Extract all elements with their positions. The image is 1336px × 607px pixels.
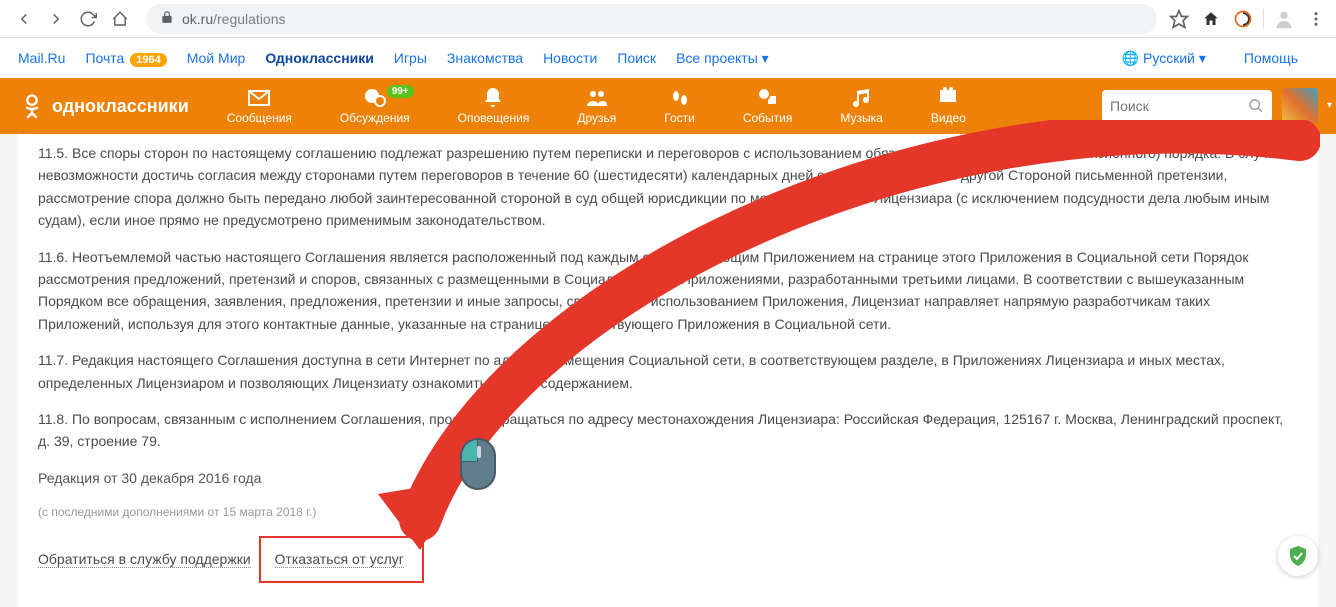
search-icon <box>1248 97 1264 115</box>
avatar <box>1282 88 1318 124</box>
search-box[interactable] <box>1102 90 1272 122</box>
reload-button[interactable] <box>72 3 104 35</box>
search-input[interactable] <box>1110 98 1248 114</box>
music-icon <box>850 87 874 109</box>
support-link[interactable]: Обратиться в службу поддержки <box>38 551 251 568</box>
bottom-links: Обратиться в службу поддержки Отказаться… <box>38 536 1298 582</box>
lock-icon <box>160 10 174 27</box>
url-host: ok.ru <box>182 11 213 27</box>
link-poisk[interactable]: Поиск <box>617 50 656 66</box>
forward-button[interactable] <box>40 3 72 35</box>
nav-notifications[interactable]: Оповещения <box>440 87 548 125</box>
nav-video[interactable]: Видео <box>913 87 984 125</box>
main-nav: одноклассники Сообщения 99+ Обсуждения О… <box>0 78 1336 134</box>
decline-highlight: Отказаться от услуг <box>259 536 424 582</box>
url-path: /regulations <box>213 11 285 27</box>
chevron-down-icon: ▾ <box>1327 100 1332 111</box>
mail-badge: 1964 <box>130 53 166 67</box>
shield-badge[interactable] <box>1278 536 1318 576</box>
user-menu[interactable]: ▾ <box>1282 88 1318 124</box>
back-button[interactable] <box>8 3 40 35</box>
friends-icon <box>585 87 609 109</box>
nav-discussions[interactable]: 99+ Обсуждения <box>322 87 428 125</box>
thumbsup-icon <box>756 87 780 109</box>
lang-switch[interactable]: 🌐 Русский ▾ <box>1122 50 1206 67</box>
link-pochta[interactable]: Почта 1964 <box>85 50 166 67</box>
nav-friends[interactable]: Друзья <box>559 87 634 125</box>
amendments-note: (с последними дополнениями от 15 марта 2… <box>38 503 1298 522</box>
nav-events[interactable]: События <box>725 87 811 125</box>
link-moymir[interactable]: Мой Мир <box>187 50 246 66</box>
para-11-5: 11.5. Все споры сторон по настоящему сог… <box>38 142 1298 232</box>
mouse-cursor-icon <box>460 438 496 490</box>
link-znakomstva[interactable]: Знакомства <box>447 50 523 66</box>
extension-swirl-icon[interactable] <box>1231 7 1255 31</box>
link-novosti[interactable]: Новости <box>543 50 597 66</box>
portal-links: Mail.Ru Почта 1964 Мой Мир Одноклассники… <box>0 38 1336 78</box>
para-11-7: 11.7. Редакция настоящего Соглашения дос… <box>38 349 1298 394</box>
shield-icon <box>1286 544 1310 568</box>
star-icon[interactable] <box>1167 7 1191 31</box>
nav-messages[interactable]: Сообщения <box>209 87 310 125</box>
extension-home-icon[interactable] <box>1199 7 1223 31</box>
link-mailru[interactable]: Mail.Ru <box>18 50 65 66</box>
nav-guests[interactable]: Гости <box>646 87 713 125</box>
menu-icon[interactable] <box>1304 7 1328 31</box>
ok-logo-icon <box>18 92 46 120</box>
para-11-6: 11.6. Неотъемлемой частью настоящего Сог… <box>38 246 1298 336</box>
page-content: 11.5. Все споры сторон по настоящему сог… <box>18 134 1318 607</box>
link-vse-proekty[interactable]: Все проекты ▾ <box>676 50 769 67</box>
para-11-8: 11.8. По вопросам, связанным с исполнени… <box>38 408 1298 453</box>
link-odnoklassniki[interactable]: Одноклассники <box>265 50 374 66</box>
browser-toolbar: ok.ru/regulations <box>0 0 1336 38</box>
url-bar[interactable]: ok.ru/regulations <box>146 4 1157 34</box>
profile-icon[interactable] <box>1272 7 1296 31</box>
link-igry[interactable]: Игры <box>394 50 427 66</box>
bell-icon <box>481 87 505 109</box>
logo[interactable]: одноклассники <box>18 92 189 120</box>
video-icon <box>936 87 960 109</box>
nav-music[interactable]: Музыка <box>822 87 900 125</box>
footprints-icon <box>668 87 692 109</box>
chat-icon <box>363 87 387 109</box>
mail-icon <box>247 87 271 109</box>
home-button[interactable] <box>104 3 136 35</box>
link-help[interactable]: Помощь <box>1244 50 1298 66</box>
chevron-down-icon: ▾ <box>762 50 769 66</box>
decline-link[interactable]: Отказаться от услуг <box>275 551 404 568</box>
revision-date: Редакция от 30 декабря 2016 года <box>38 467 1298 489</box>
discussions-badge: 99+ <box>387 85 414 98</box>
logo-text: одноклассники <box>52 96 189 117</box>
